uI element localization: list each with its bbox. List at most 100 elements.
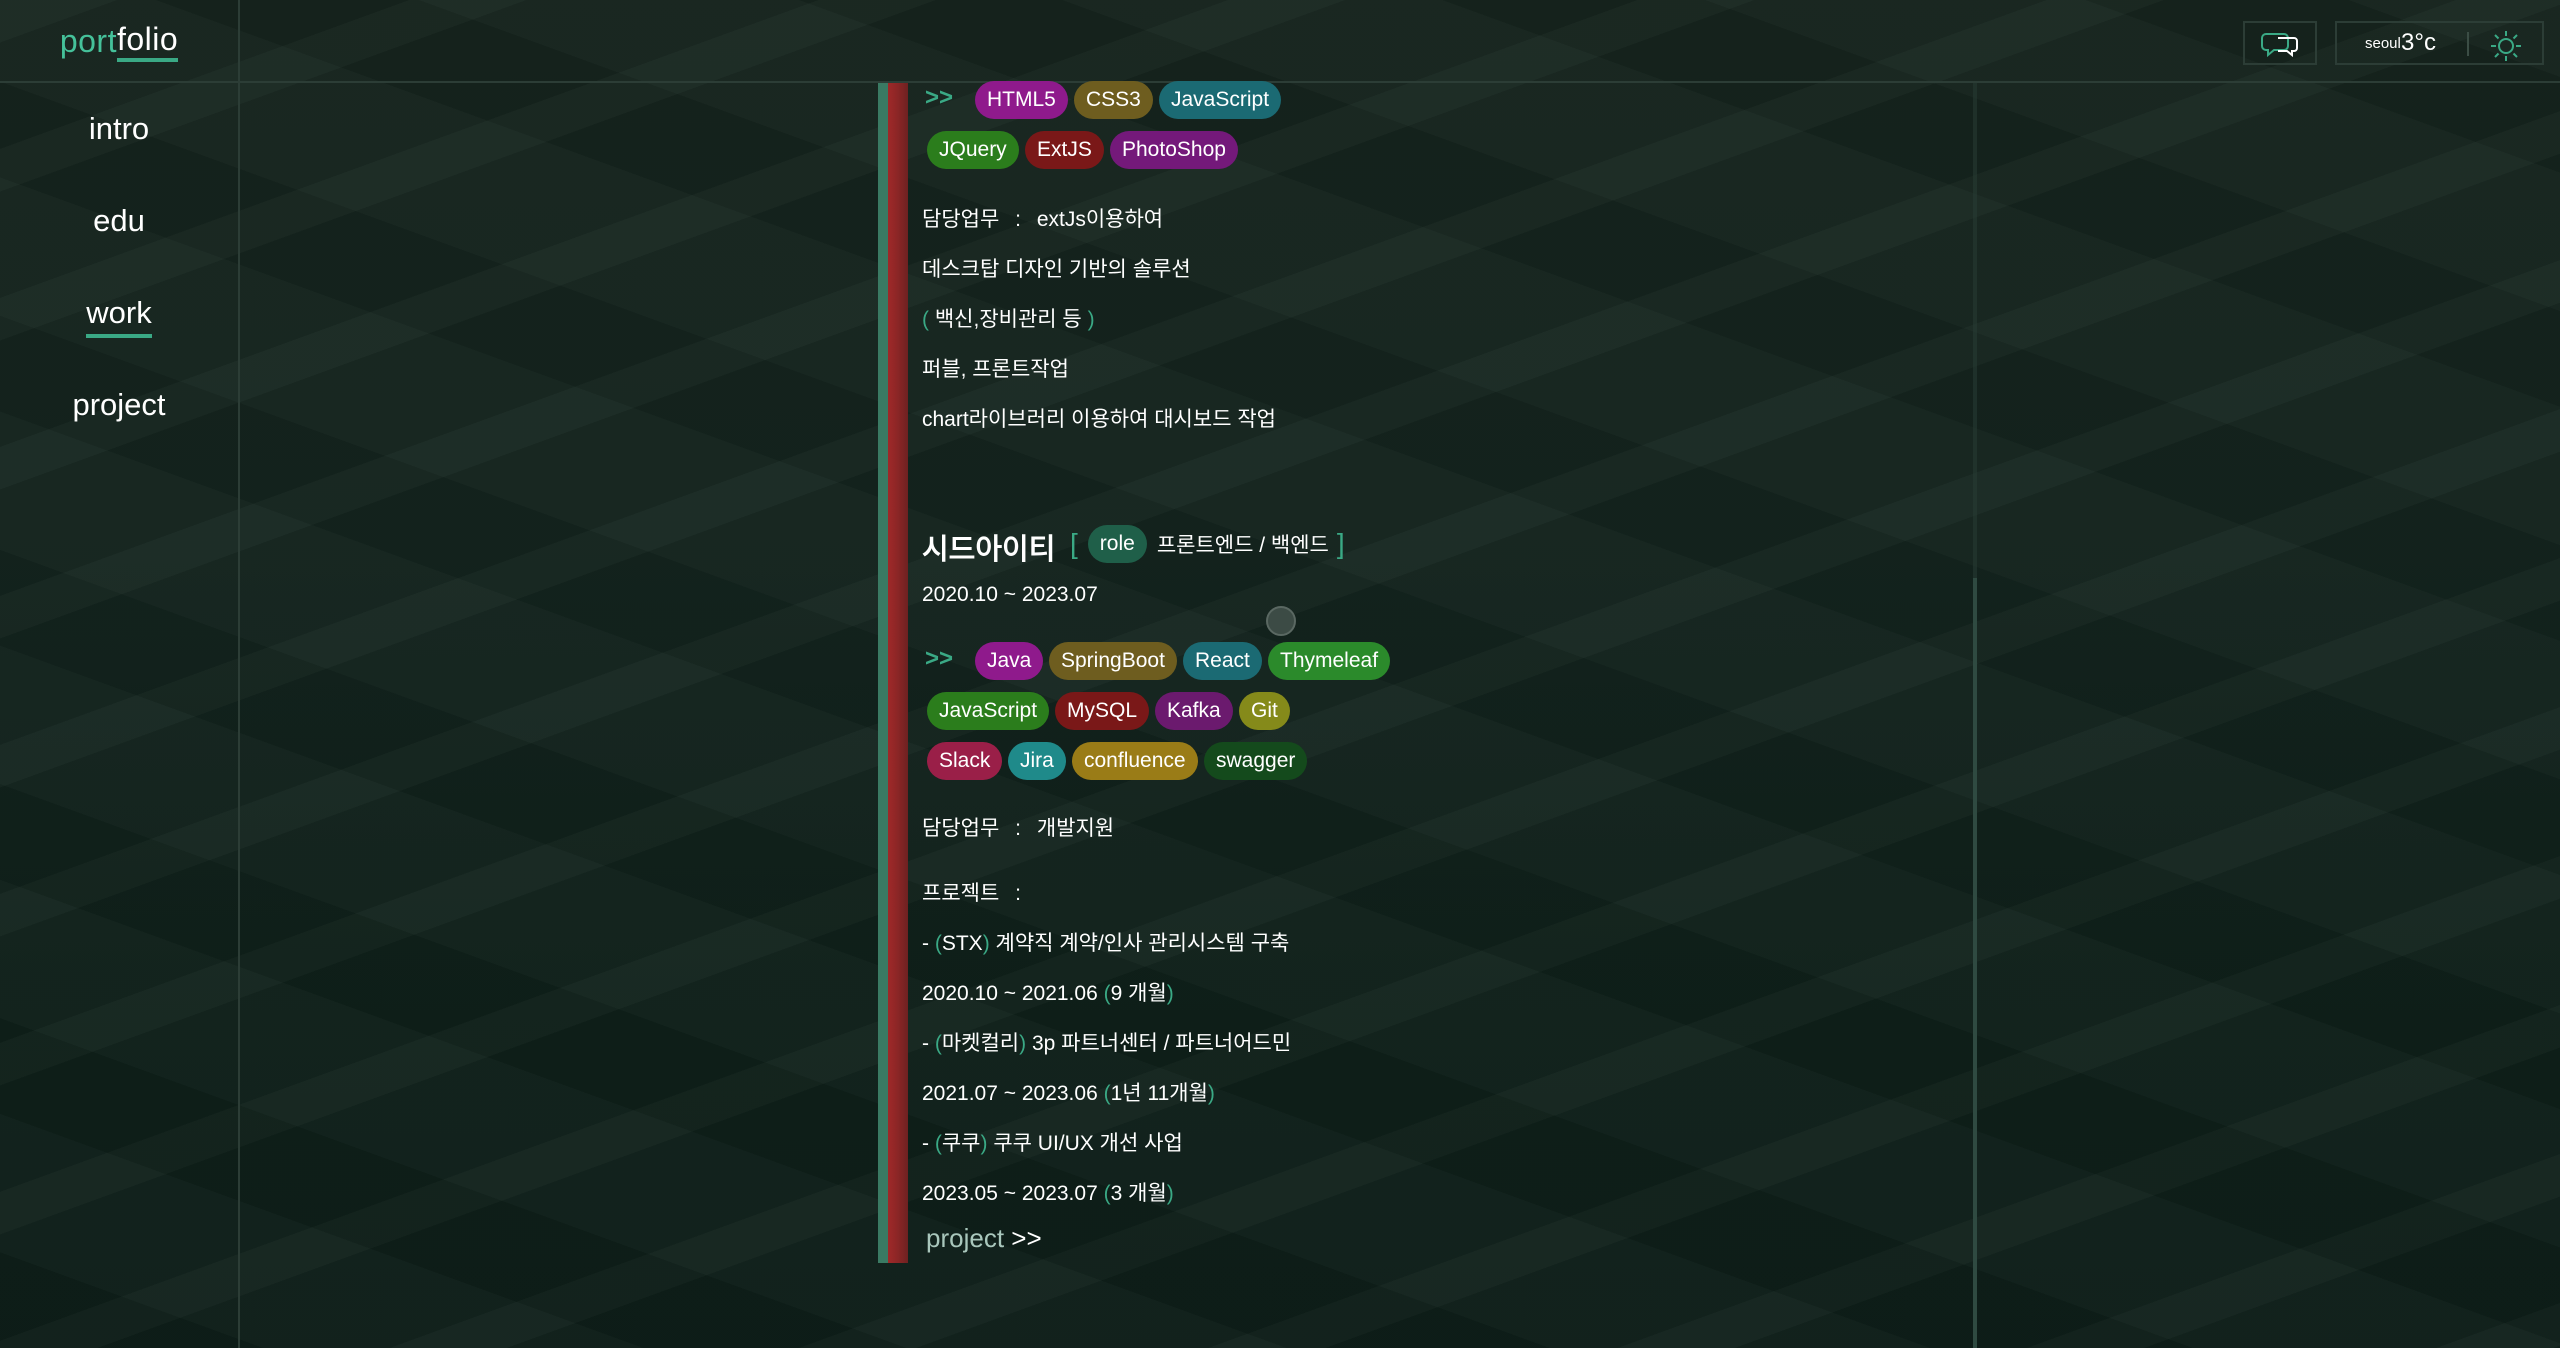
tech-tag: Kafka (1155, 692, 1233, 730)
chat-button[interactable] (2243, 21, 2317, 65)
job-period: 2020.10 ~ 2023.07 (922, 583, 1098, 606)
job-desc: 데스크탑 디자인 기반의 솔루션 (922, 258, 1191, 281)
logo[interactable]: port folio (0, 0, 240, 83)
tech-tag: Git (1239, 692, 1290, 730)
duty-value: 개발지원 (1036, 817, 1115, 840)
tech-tag: PhotoShop (1110, 131, 1238, 169)
job-desc-text: 백신,장비관리 등 (934, 308, 1082, 331)
sun-icon[interactable] (2489, 29, 2523, 63)
project-duration: 3 개월 (1110, 1182, 1167, 1205)
company-name: 시드아이티 (922, 534, 1056, 566)
paren: ) (980, 1132, 988, 1155)
paren: ( (934, 1132, 942, 1155)
paren: ) (1019, 1032, 1027, 1055)
nav-item-label: edu (93, 203, 145, 238)
tech-tag: ExtJS (1025, 131, 1104, 169)
bracket: [ (1070, 528, 1078, 559)
tech-arrows: >> (925, 84, 954, 111)
paren: ) (982, 932, 990, 955)
project-dates: 2021.07 ~ 2023.06 (922, 1082, 1098, 1105)
logo-part1: port (59, 23, 117, 59)
duty-line: 담당업무 : extJs이용하여 (922, 203, 1163, 233)
duty-colon: : (1015, 817, 1021, 840)
tech-tag: Slack (927, 742, 1003, 780)
paren: ) (1207, 1082, 1215, 1105)
paren: ) (1166, 1182, 1174, 1205)
mouse-cursor (1266, 606, 1296, 636)
project-period: 2020.10 ~ 2021.06 (9 개월) (922, 977, 1174, 1007)
tech-tag: HTML5 (975, 81, 1068, 119)
bracket: ] (1336, 528, 1345, 559)
project-item: - (마켓컬리) 3p 파트너센터 / 파트너어드민 (922, 1027, 1291, 1057)
paren: ( (934, 932, 942, 955)
top-bar: port folio seoul 3°c (0, 0, 2560, 83)
projects-colon: : (1015, 882, 1021, 905)
job-desc: chart라이브러리 이용하여 대시보드 작업 (922, 408, 1276, 431)
role-line: [ role 프론트엔드 / 백엔드 ] (1070, 525, 1345, 563)
project-duration: 9 개월 (1110, 982, 1167, 1005)
nav-item-label: project (72, 387, 166, 422)
project-client: STX (941, 932, 983, 955)
tech-tag: JQuery (927, 131, 1019, 169)
paren: ( (922, 308, 929, 331)
project-client: 쿠쿠 (941, 1132, 981, 1155)
dash: - (922, 932, 929, 955)
paren: ( (1103, 1082, 1111, 1105)
dash: - (922, 1032, 929, 1055)
tech-tag: SpringBoot (1049, 642, 1177, 680)
tech-tag: Java (975, 642, 1044, 680)
nav-item-project[interactable]: project (0, 387, 238, 426)
nav-item-edu[interactable]: edu (0, 203, 238, 242)
project-name: 쿠쿠 UI/UX 개선 사업 (993, 1132, 1183, 1155)
job-desc: ( 백신,장비관리 등 ) (922, 303, 1095, 333)
job-desc: 퍼블, 프론트작업 (922, 358, 1069, 381)
project-link-label: project (926, 1223, 1005, 1253)
project-name: 3p 파트너센터 / 파트너어드민 (1031, 1032, 1292, 1055)
weather-divider (2467, 32, 2469, 56)
project-item: - (STX) 계약직 계약/인사 관리시스템 구축 (922, 927, 1289, 957)
project-dates: 2020.10 ~ 2021.06 (922, 982, 1098, 1005)
tech-arrows: >> (925, 645, 954, 672)
paren: ( (1103, 1182, 1111, 1205)
tech-tag: Jira (1008, 742, 1066, 780)
scroll-thumb[interactable] (1973, 578, 1977, 1348)
nav-item-intro[interactable]: intro (0, 111, 238, 150)
dash: - (922, 1132, 929, 1155)
nav-item-work[interactable]: work (0, 295, 238, 338)
tech-tag: Thymeleaf (1268, 642, 1391, 680)
project-client: 마켓컬리 (941, 1032, 1020, 1055)
paren: ) (1087, 308, 1095, 331)
weather-temp: 3°c (2401, 29, 2436, 56)
project-name: 계약직 계약/인사 관리시스템 구축 (995, 932, 1290, 955)
tech-tag: JavaScript (1159, 81, 1282, 119)
project-duration: 1년 11개월 (1110, 1082, 1208, 1105)
tech-tag: React (1183, 642, 1262, 680)
project-link-arrows: >> (1011, 1223, 1042, 1253)
paren: ( (934, 1032, 942, 1055)
chat-bubbles-icon (2261, 33, 2298, 58)
tech-tag: confluence (1072, 742, 1198, 780)
duty-label: 담당업무 (922, 817, 1000, 840)
projects-label: 프로젝트 (922, 882, 1000, 905)
weather-widget: seoul 3°c (2335, 21, 2544, 65)
paren: ) (1166, 982, 1174, 1005)
project-item: - (쿠쿠) 쿠쿠 UI/UX 개선 사업 (922, 1127, 1183, 1157)
role-badge: role (1087, 525, 1147, 563)
sidebar-nav: intro edu work project (0, 83, 240, 1348)
project-period: 2021.07 ~ 2023.06 (1년 11개월) (922, 1077, 1215, 1107)
nav-item-label: work (86, 295, 152, 338)
duty-value: extJs이용하여 (1036, 208, 1164, 231)
duty-label: 담당업무 (922, 208, 1000, 231)
projects-heading: 프로젝트 : (922, 877, 1021, 907)
tech-tag: MySQL (1055, 692, 1150, 730)
duty-line: 담당업무 : 개발지원 (922, 812, 1114, 842)
project-dates: 2023.05 ~ 2023.07 (922, 1182, 1098, 1205)
logo-part2: folio (116, 21, 179, 62)
tech-tag: JavaScript (927, 692, 1050, 730)
paren: ( (1103, 982, 1111, 1005)
duty-colon: : (1015, 208, 1021, 231)
tech-tag: CSS3 (1074, 81, 1153, 119)
project-period: 2023.05 ~ 2023.07 (3 개월) (922, 1177, 1174, 1207)
project-link[interactable]: project >> (926, 1223, 1042, 1254)
weather-city: seoul (2365, 35, 2401, 52)
